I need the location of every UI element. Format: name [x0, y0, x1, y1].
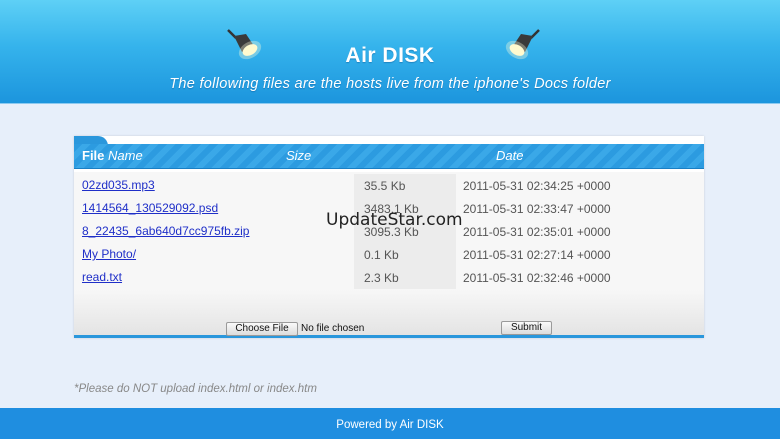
- file-link[interactable]: 02zd035.mp3: [82, 178, 155, 192]
- folder-link[interactable]: My Photo/: [82, 247, 136, 261]
- app-title: Air DISK: [345, 44, 435, 67]
- table-row: My Photo/ 0.1 Kb 2011-05-31 02:27:14 +00…: [74, 243, 704, 266]
- file-status: No file chosen: [301, 323, 365, 334]
- file-size: 0.1 Kb: [354, 243, 456, 266]
- file-link[interactable]: 8_22435_6ab640d7cc975fb.zip: [82, 224, 249, 238]
- file-date: 2011-05-31 02:27:14 +0000: [463, 248, 611, 262]
- file-date: 2011-05-31 02:32:46 +0000: [463, 271, 611, 285]
- file-list: 02zd035.mp3 35.5 Kb 2011-05-31 02:34:25 …: [74, 174, 704, 289]
- column-header-size: Size: [286, 148, 312, 163]
- file-link[interactable]: read.txt: [82, 270, 122, 284]
- submit-button[interactable]: Submit: [501, 321, 552, 335]
- upload-bar: Choose File No file chosen Submit: [74, 290, 704, 338]
- file-date: 2011-05-31 02:35:01 +0000: [463, 225, 611, 239]
- column-header-date: Date: [496, 148, 524, 163]
- table-row: read.txt 2.3 Kb 2011-05-31 02:32:46 +000…: [74, 266, 704, 289]
- file-size: 35.5 Kb: [354, 174, 456, 197]
- file-date: 2011-05-31 02:34:25 +0000: [463, 179, 611, 193]
- choose-file-button[interactable]: Choose File: [226, 322, 298, 336]
- footer-text: Powered by Air DISK: [336, 419, 444, 431]
- header-banner: Air DISK The following files are the hos…: [0, 0, 780, 104]
- file-panel: File Name Size Date 02zd035.mp3 35.5 Kb …: [74, 136, 704, 338]
- footer-bar: Powered by Air DISK: [0, 408, 780, 439]
- upload-note: *Please do NOT upload index.html or inde…: [74, 383, 317, 395]
- file-size: 2.3 Kb: [354, 266, 456, 289]
- file-date: 2011-05-31 02:33:47 +0000: [463, 202, 611, 216]
- table-header: File Name Size Date: [74, 144, 704, 169]
- header-subtitle: The following files are the hosts live f…: [169, 76, 611, 92]
- column-header-name: File Name: [82, 148, 143, 163]
- file-link[interactable]: 1414564_130529092.psd: [82, 201, 218, 215]
- watermark: UpdateStar.com: [326, 210, 463, 230]
- table-row: 02zd035.mp3 35.5 Kb 2011-05-31 02:34:25 …: [74, 174, 704, 197]
